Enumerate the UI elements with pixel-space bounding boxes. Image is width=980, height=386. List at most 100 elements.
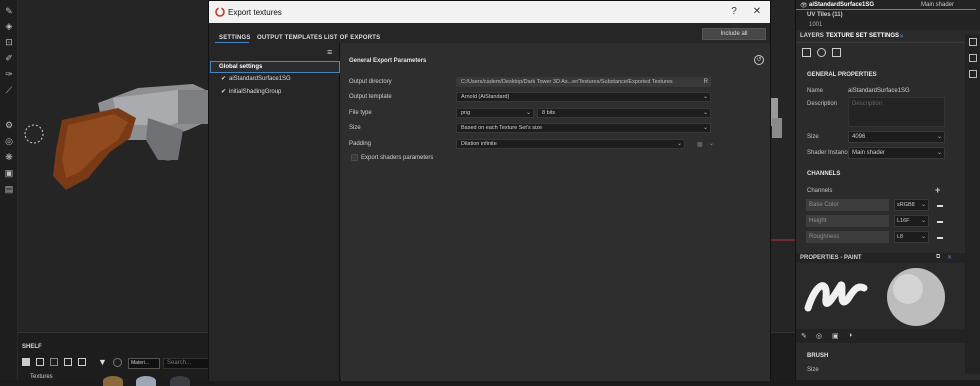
picker-icon[interactable]: ⟋ [4,85,14,95]
dialog-titlebar: Export textures ? ✕ [209,1,770,23]
settings-icon[interactable]: ⚙ [4,120,14,130]
dock-icon[interactable] [969,38,977,46]
channel-name[interactable]: Height [806,215,889,227]
size-value: Based on each Texture Set's size [461,125,543,131]
alpha-icon[interactable]: ◎ [816,332,822,340]
remove-channel-button[interactable] [937,205,943,207]
chevron-down-icon: ⌄ [920,234,926,240]
paint-brush-icon[interactable]: ✎ [4,6,14,16]
shelf-title: SHELF [22,344,42,350]
stencil-icon[interactable]: ▣ [832,332,839,340]
shelf-textures-item[interactable]: Textures [30,374,53,380]
python-icon[interactable]: ▣ [4,168,14,178]
chevron-down-icon: ⌄ [525,110,531,116]
file-type-value: png [461,110,471,116]
mesh-map-icon[interactable] [832,48,841,57]
output-template-select[interactable]: Arnold (AiStandard) ⌄ [456,92,711,102]
description-field[interactable]: Description [848,97,945,127]
filter-icon[interactable]: ▼ [98,358,107,367]
chevron-down-icon: ⌄ [702,110,708,116]
close-panel-icon[interactable]: ✕ [947,254,952,261]
channel-format: sRGB8 [897,202,915,208]
import-icon[interactable] [78,358,86,366]
name-label: Name [807,88,824,94]
brush-size-label: Size [807,367,819,373]
hide-icon[interactable] [64,358,72,366]
help-button[interactable]: ? [727,5,741,19]
output-directory-field[interactable]: C:/Users/cadem/Desktop/Dark Tower 3D As.… [456,77,711,87]
shelf-materials-tab[interactable]: Materi... [128,358,160,369]
undock-icon[interactable]: ⧉ [936,254,940,261]
clone-icon[interactable]: ◎ [4,136,14,146]
list-menu-icon[interactable]: ≡ [327,47,332,57]
texture-set-icon[interactable] [802,48,811,57]
bit-depth-select[interactable]: 8 bits ⌄ [537,108,711,118]
shader-instance-select[interactable]: Main shader ⌄ [848,147,945,159]
tab-list-of-exports[interactable]: LIST OF EXPORTS [324,35,380,41]
channel-format-select[interactable]: L16F ⌄ [894,215,929,227]
shader-instance-label: Shader Instance [807,150,851,156]
size-label: Size [807,134,819,140]
check-icon[interactable]: ✔ [221,74,226,85]
eraser-icon[interactable]: ◈ [4,21,14,31]
blur-icon[interactable]: ❋ [4,152,14,162]
output-directory-label: Output directory [349,79,392,85]
new-icon[interactable] [36,358,44,366]
dock-icon[interactable] [969,54,977,62]
file-type-select[interactable]: png ⌄ [456,108,534,118]
tab-output-templates[interactable]: OUTPUT TEMPLATES [257,35,322,41]
shelf-thumb[interactable] [136,376,156,386]
projection-icon[interactable]: ⊡ [4,37,14,47]
panel-tabs: LAYERS TEXTURE SET SETTINGS ✕ [796,30,906,42]
dock-icon[interactable] [969,70,977,78]
tab-layers[interactable]: LAYERS [800,33,824,39]
tree-item-label: aiStandardSurface1SG [229,76,291,82]
global-settings-item[interactable]: Global settings [210,61,340,73]
channel-format-select[interactable]: L8 ⌄ [894,231,929,243]
folder-icon[interactable] [22,358,30,366]
general-export-parameters: General Export Parameters ↺ Output direc… [341,43,770,381]
channels-label: Channels [807,188,833,194]
tree-item-aistandardsurface[interactable]: ✔ aiStandardSurface1SG [209,74,340,85]
substance-logo-icon [215,7,225,17]
uv-tiles-label[interactable]: UV Tiles (11) [807,12,843,18]
channel-name[interactable]: Base Color [806,199,889,211]
tab-settings[interactable]: SETTINGS [219,35,251,41]
texture-set-name[interactable]: aiStandardSurface1SG [809,2,874,8]
shelf-thumb[interactable] [103,376,123,386]
size-select[interactable]: 4096 ⌄ [848,131,945,143]
chevron-down-icon: ⌄ [936,150,942,156]
export-shaders-checkbox[interactable] [351,154,358,161]
tab-texture-set-settings[interactable]: TEXTURE SET SETTINGS [826,33,899,39]
close-tab-icon[interactable]: ✕ [899,33,904,40]
padding-select[interactable]: Dilation infinite ⌄ [456,139,685,149]
material-icon[interactable]: ◑ [848,332,852,339]
browse-button[interactable]: R [704,78,708,86]
uv-tile-item[interactable]: 1001 [809,22,822,28]
check-icon[interactable]: ✔ [221,87,226,98]
channel-name[interactable]: Roughness [806,231,889,243]
grid-icon[interactable] [50,358,58,366]
side-dock [965,34,980,374]
padding-grid-icon[interactable]: ▦ [697,141,703,148]
remove-channel-button[interactable] [937,237,943,239]
tree-item-initialshadinggroup[interactable]: ✔ initialShadingGroup [209,87,340,98]
remove-channel-button[interactable] [937,221,943,223]
eye-icon[interactable]: 👁 [800,2,808,9]
shelf-thumb[interactable] [170,376,190,386]
shader-icon[interactable] [817,48,826,57]
chevron-down-icon: ⌄ [936,134,942,140]
include-all-button[interactable]: Include all [702,28,766,40]
smudge-icon[interactable]: ✑ [4,69,14,79]
size-select[interactable]: Based on each Texture Set's size ⌄ [456,123,711,133]
brush-icon[interactable]: ✎ [801,332,807,340]
chevron-down-icon[interactable]: ⌄ [709,140,714,147]
channel-format-select[interactable]: sRGB8 ⌄ [894,199,929,211]
padding-value: Dilation infinite [461,141,497,147]
circle-icon[interactable] [113,358,122,367]
close-button[interactable]: ✕ [750,5,764,19]
measure-icon[interactable]: ▤ [4,184,14,194]
reset-icon[interactable]: ↺ [754,55,764,65]
add-channel-button[interactable]: + [935,185,940,195]
geometry-fill-icon[interactable]: ✐ [4,53,14,63]
